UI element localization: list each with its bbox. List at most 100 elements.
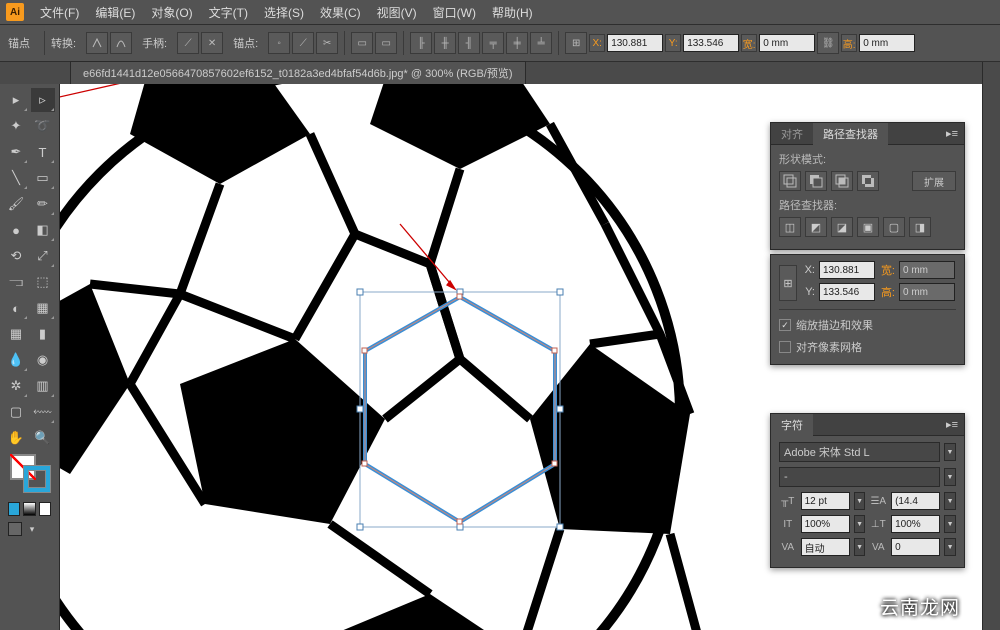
font-style-dropdown-icon[interactable]: ▼ [944,468,956,486]
ty-field[interactable]: 133.546 [819,283,875,301]
gradient-mode-btn[interactable] [23,502,35,516]
intersect-btn[interactable] [831,171,853,191]
x-field[interactable]: 130.881 [607,34,663,52]
menu-effect[interactable]: 效果(C) [312,4,369,21]
link-wh-btn[interactable]: ⛓ [817,32,839,54]
align-h2-btn[interactable]: ╫ [434,32,456,54]
handle-show-btn[interactable]: ⟋ [177,32,199,54]
align-v2-btn[interactable]: ╪ [506,32,528,54]
selection-tool[interactable]: ▸ [4,88,28,112]
zoom-tool[interactable]: 🔍 [31,426,55,450]
vscale-field[interactable]: 100% [801,515,850,533]
unite-btn[interactable] [779,171,801,191]
isolate-btn[interactable]: ▭ [351,32,373,54]
pen-tool[interactable]: ✒ [4,140,28,164]
char-panel-menu-icon[interactable]: ▸≡ [940,418,964,431]
ref-point-grid[interactable]: ⊞ [779,265,797,301]
screen-normal-btn[interactable] [8,522,22,536]
stroke-swatch[interactable] [24,466,50,492]
eyedropper-tool[interactable]: 💧 [4,348,28,372]
menu-select[interactable]: 选择(S) [256,4,312,21]
kerning-dropdown[interactable]: ▼ [854,538,866,556]
symbol-sprayer-tool[interactable]: ✲ [4,374,28,398]
tw-field[interactable]: 0 mm [899,261,955,279]
menu-type[interactable]: 文字(T) [201,4,256,21]
exclude-btn[interactable] [857,171,879,191]
rectangle-tool[interactable]: ▭ [31,166,55,190]
color-mode-btn[interactable] [8,502,20,516]
font-size-field[interactable]: 12 pt [801,492,850,510]
outline-btn[interactable]: ▢ [883,217,905,237]
hand-tool[interactable]: ✋ [4,426,28,450]
menu-file[interactable]: 文件(F) [32,4,87,21]
w-field[interactable]: 0 mm [759,34,815,52]
convert-corner-btn[interactable] [86,32,108,54]
scale-strokes-checkbox[interactable]: ✓ [779,319,791,331]
font-family-select[interactable]: Adobe 宋体 Std L [779,442,940,462]
leading-dropdown[interactable]: ▼ [944,492,956,510]
y-field[interactable]: 133.546 [683,34,739,52]
mesh-tool[interactable]: ▦ [4,322,28,346]
direct-selection-tool[interactable]: ▹ [31,88,55,112]
th-field[interactable]: 0 mm [899,283,955,301]
align-v1-btn[interactable]: ╤ [482,32,504,54]
tx-field[interactable]: 130.881 [819,261,875,279]
panel-menu-icon[interactable]: ▸≡ [940,127,964,140]
menu-window[interactable]: 窗口(W) [425,4,484,21]
slice-tool[interactable]: ⬳ [31,400,55,424]
merge-btn[interactable]: ◪ [831,217,853,237]
menu-edit[interactable]: 编辑(E) [87,4,143,21]
eraser-tool[interactable]: ◧ [31,218,55,242]
convert-smooth-btn[interactable] [110,32,132,54]
ref-point-btn[interactable]: ⊞ [565,32,587,54]
rotate-tool[interactable]: ⟲ [4,244,28,268]
hscale-field[interactable]: 100% [891,515,940,533]
menu-object[interactable]: 对象(O) [143,4,200,21]
font-family-dropdown-icon[interactable]: ▼ [944,443,956,461]
minus-back-btn[interactable]: ◨ [909,217,931,237]
free-transform-tool[interactable]: ⬚ [31,270,55,294]
crop-btn[interactable]: ▣ [857,217,879,237]
pencil-tool[interactable]: ✏ [31,192,55,216]
remove-anchor-btn[interactable]: ◦ [268,32,290,54]
expand-btn[interactable]: 扩展 [912,171,956,191]
leading-field[interactable]: (14.4 [891,492,940,510]
menu-help[interactable]: 帮助(H) [484,4,541,21]
shape-builder-tool[interactable]: ◐ [4,296,28,320]
character-tab[interactable]: 字符 [771,414,813,436]
tracking-field[interactable]: 0 [891,538,940,556]
align-pixel-checkbox[interactable] [779,341,791,353]
align-v3-btn[interactable]: ╧ [530,32,552,54]
minus-front-btn[interactable] [805,171,827,191]
document-tab[interactable]: e66fd1441d12e0566470857602ef6152_t0182a3… [70,61,526,84]
width-tool[interactable]: ⫎ [4,270,28,294]
h-field[interactable]: 0 mm [859,34,915,52]
kerning-field[interactable]: 自动 [801,538,850,556]
cut-anchor-btn[interactable]: ✂ [316,32,338,54]
perspective-tool[interactable]: ▦ [31,296,55,320]
menu-view[interactable]: 视图(V) [369,4,425,21]
font-style-select[interactable]: - [779,467,940,487]
blob-brush-tool[interactable]: ● [4,218,28,242]
connect-anchor-btn[interactable]: ⟋ [292,32,314,54]
paintbrush-tool[interactable]: 🖌 [4,192,28,216]
type-tool[interactable]: T [31,140,55,164]
align-tab[interactable]: 对齐 [771,123,813,145]
handle-hide-btn[interactable]: ✕ [201,32,223,54]
trim-btn[interactable]: ◩ [805,217,827,237]
graph-tool[interactable]: ▥ [31,374,55,398]
isolate2-btn[interactable]: ▭ [375,32,397,54]
line-tool[interactable]: ╲ [4,166,28,190]
none-mode-btn[interactable] [39,502,51,516]
right-dock-strip[interactable] [982,62,1000,630]
lasso-tool[interactable]: ➰ [31,114,55,138]
blend-tool[interactable]: ◉ [31,348,55,372]
gradient-tool[interactable]: ▮ [31,322,55,346]
align-h1-btn[interactable]: ╟ [410,32,432,54]
tracking-dropdown[interactable]: ▼ [944,538,956,556]
pathfinder-tab[interactable]: 路径查找器 [813,123,888,145]
artboard-tool[interactable]: ▢ [4,400,28,424]
hscale-dropdown[interactable]: ▼ [944,515,956,533]
font-size-dropdown[interactable]: ▼ [854,492,866,510]
scale-tool[interactable]: ⤢ [31,244,55,268]
